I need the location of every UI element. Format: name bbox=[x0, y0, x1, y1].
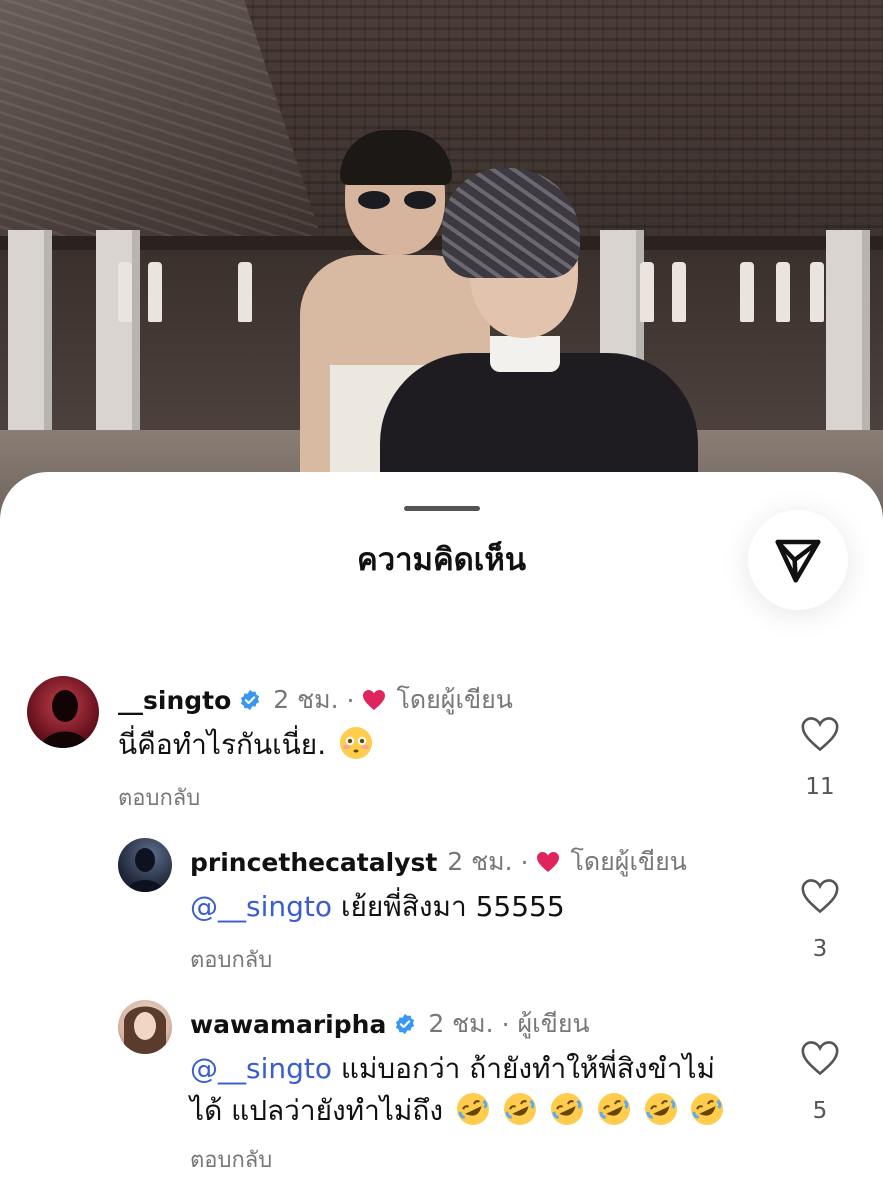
pillar bbox=[826, 230, 870, 440]
separator-dot: · bbox=[501, 1009, 510, 1039]
lantern bbox=[118, 262, 132, 322]
mention-link[interactable]: @__singto bbox=[190, 890, 332, 923]
separator-dot: · bbox=[520, 847, 529, 877]
pillar bbox=[96, 230, 140, 440]
avatar[interactable] bbox=[118, 838, 172, 892]
rofl-emoji-icon bbox=[597, 1093, 630, 1125]
author-tag: โดยผู้เขียน bbox=[570, 847, 687, 876]
share-button[interactable] bbox=[748, 510, 848, 610]
red-heart-icon bbox=[537, 852, 560, 872]
comment-time: 2 ชม. bbox=[273, 685, 339, 714]
avatar-silhouette bbox=[126, 848, 164, 892]
like-button[interactable] bbox=[798, 1040, 842, 1080]
rofl-emoji-icon bbox=[644, 1093, 677, 1125]
comment-body: เย้ยพี่สิงมา 55555 bbox=[340, 890, 565, 923]
comment-username[interactable]: wawamaripha bbox=[190, 1010, 386, 1039]
mention-link[interactable]: @__singto bbox=[190, 1052, 332, 1085]
like-count: 3 bbox=[812, 936, 828, 962]
comment-time: 2 ชม. bbox=[428, 1009, 494, 1038]
comment-username[interactable]: princethecatalyst bbox=[190, 848, 437, 877]
comment-body: นี่คือทำไรกันเนี่ย. bbox=[118, 728, 327, 761]
verified-badge-icon bbox=[396, 1013, 415, 1035]
like-count: 11 bbox=[805, 774, 835, 800]
author-tag: โดยผู้เขียน bbox=[396, 685, 513, 714]
comment-text: @__singto แม่บอกว่า ถ้ายังทำให้พี่สิงขำไ… bbox=[190, 1048, 770, 1132]
sheet-grabber[interactable] bbox=[404, 506, 480, 511]
reply-button[interactable]: ตอบกลับ bbox=[118, 780, 200, 815]
red-heart-icon bbox=[363, 690, 386, 710]
reply-button[interactable]: ตอบกลับ bbox=[190, 942, 272, 977]
avatar-photo bbox=[124, 1006, 166, 1054]
author-tag: ผู้เขียน bbox=[517, 1009, 590, 1038]
avatar-silhouette bbox=[41, 690, 89, 748]
comment-time: 2 ชม. bbox=[447, 847, 513, 876]
heart-outline-icon bbox=[801, 879, 839, 914]
comment-body-line1: แม่บอกว่า ถ้ายังทำให้พี่สิงขำไม่ bbox=[340, 1052, 715, 1085]
rofl-emoji-icon bbox=[456, 1093, 489, 1125]
avatar[interactable] bbox=[27, 676, 99, 748]
lantern bbox=[776, 262, 790, 322]
laughing-emoji-row bbox=[452, 1093, 725, 1127]
flushed-face-emoji-icon bbox=[340, 727, 373, 759]
pillar bbox=[8, 230, 52, 440]
lantern bbox=[148, 262, 162, 322]
comment-text: นี่คือทำไรกันเนี่ย. bbox=[118, 724, 373, 766]
rofl-emoji-icon bbox=[691, 1093, 724, 1125]
avatar[interactable] bbox=[118, 1000, 172, 1054]
person-right bbox=[380, 168, 700, 483]
comments-sheet: ความคิดเห็น __singto 2 ชม. · โดยผู้เขียน… bbox=[0, 472, 883, 1200]
lantern bbox=[740, 262, 754, 322]
separator-dot: · bbox=[346, 685, 355, 715]
rofl-emoji-icon bbox=[550, 1093, 583, 1125]
like-button[interactable] bbox=[798, 878, 842, 918]
comment-username[interactable]: __singto bbox=[118, 686, 231, 715]
heart-outline-icon bbox=[801, 717, 839, 752]
lantern bbox=[810, 262, 824, 322]
like-button[interactable] bbox=[798, 716, 842, 756]
reply-button[interactable]: ตอบกลับ bbox=[190, 1142, 272, 1177]
verified-badge-icon bbox=[241, 689, 260, 711]
comment-body-line2: ได้ แปลว่ายังทำไม่ถึง bbox=[190, 1094, 444, 1127]
paper-plane-icon bbox=[775, 539, 821, 583]
lantern bbox=[238, 262, 252, 322]
comment-text: @__singto เย้ยพี่สิงมา 55555 bbox=[190, 886, 565, 928]
rofl-emoji-icon bbox=[503, 1093, 536, 1125]
heart-outline-icon bbox=[801, 1041, 839, 1076]
post-photo-background bbox=[0, 0, 883, 520]
like-count: 5 bbox=[812, 1098, 828, 1124]
